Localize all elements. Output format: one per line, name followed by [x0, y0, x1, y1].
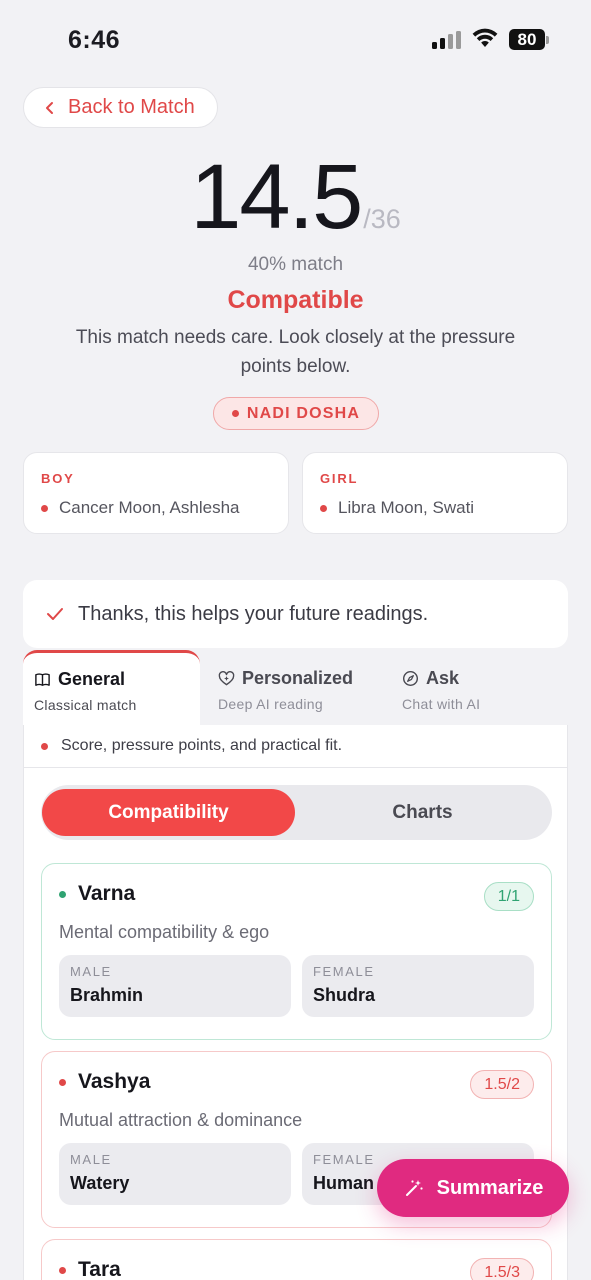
status-dot-icon: [59, 890, 66, 898]
summarize-label: Summarize: [436, 1176, 544, 1199]
koota-score-badge: 1/1: [483, 882, 534, 911]
girl-card: GIRL Libra Moon, Swati: [302, 452, 568, 534]
koota-name: Tara: [78, 1258, 121, 1280]
girl-role-label: GIRL: [320, 471, 359, 486]
dosha-badge: NADI DOSHA: [213, 397, 379, 430]
magic-wand-icon: [405, 1180, 423, 1196]
dosha-badge-label: NADI DOSHA: [246, 404, 361, 422]
tab-personalized[interactable]: Personalized Deep AI reading: [218, 650, 353, 726]
verdict-description: This match needs care. Look closely at t…: [75, 327, 516, 377]
feedback-thanks-banner: Thanks, this helps your future readings.: [23, 580, 568, 648]
book-icon: [35, 673, 50, 686]
koota-card-varna[interactable]: Varna 1/1 Mental compatibility & ego MAL…: [41, 863, 552, 1040]
koota-description: Mental compatibility & ego: [59, 922, 270, 942]
heart-sparkle-icon: [218, 671, 235, 686]
boy-detail-text: Cancer Moon, Ashlesha: [59, 498, 240, 517]
koota-name: Varna: [78, 882, 136, 905]
compass-icon: [402, 670, 419, 687]
male-label: MALE: [70, 964, 112, 979]
cellular-signal-icon: [432, 31, 462, 49]
back-to-match-button[interactable]: Back to Match: [23, 87, 218, 128]
boy-dot-icon: [41, 504, 48, 512]
battery-nub: [546, 36, 549, 44]
tab-personalized-subtitle: Deep AI reading: [218, 696, 323, 712]
koota-card-tara[interactable]: Tara 1.5/3: [41, 1239, 552, 1280]
status-bar: 6:46 80: [0, 0, 591, 78]
tab-ask-title: Ask: [426, 668, 460, 688]
boy-detail: Cancer Moon, Ashlesha: [41, 498, 288, 518]
wifi-icon: [472, 28, 498, 47]
score-display: 14.5/36: [0, 145, 591, 250]
tab-ask[interactable]: Ask Chat with AI: [402, 650, 480, 726]
status-dot-icon: [59, 1078, 66, 1086]
tab-general[interactable]: General Classical match: [23, 650, 200, 726]
segment-charts[interactable]: Charts: [296, 789, 549, 836]
dosha-dot-icon: [231, 410, 239, 417]
battery-icon: 80: [509, 29, 545, 50]
koota-name: Vashya: [78, 1070, 151, 1093]
segment-compatibility[interactable]: Compatibility: [42, 789, 295, 836]
female-value-cell: FEMALE Shudra: [302, 955, 534, 1017]
koota-score-badge: 1.5/2: [470, 1070, 534, 1099]
girl-detail-text: Libra Moon, Swati: [338, 498, 475, 517]
chevron-left-icon: [46, 101, 53, 114]
back-button-label: Back to Match: [68, 96, 195, 118]
tab-general-subtitle: Classical match: [34, 697, 137, 713]
male-label: MALE: [70, 1152, 112, 1167]
panel-note: Score, pressure points, and practical fi…: [24, 725, 567, 768]
tab-ask-subtitle: Chat with AI: [402, 696, 481, 712]
girl-detail: Libra Moon, Swati: [320, 498, 567, 518]
tab-general-title: General: [58, 669, 126, 689]
summarize-button[interactable]: Summarize: [377, 1159, 569, 1217]
verdict-label: Compatible: [227, 286, 364, 314]
match-percent: 40% match: [247, 254, 344, 275]
koota-score-badge: 1.5/3: [470, 1258, 534, 1280]
score-value: 14.5: [190, 146, 363, 248]
score-total: /36: [363, 204, 401, 234]
male-value-cell: MALE Watery: [59, 1143, 291, 1205]
female-value: Shudra: [313, 985, 376, 1005]
male-value-cell: MALE Brahmin: [59, 955, 291, 1017]
girl-dot-icon: [320, 504, 327, 512]
panel-note-dot-icon: [41, 742, 48, 750]
koota-description: Mutual attraction & dominance: [59, 1110, 303, 1130]
female-label: FEMALE: [313, 964, 375, 979]
thanks-text: Thanks, this helps your future readings.: [78, 602, 429, 625]
boy-card: BOY Cancer Moon, Ashlesha: [23, 452, 289, 534]
reading-tabs: General Classical match Personalized Dee…: [23, 650, 568, 726]
boy-role-label: BOY: [41, 471, 75, 486]
male-value: Watery: [70, 1173, 130, 1193]
status-time: 6:46: [68, 26, 121, 54]
male-value: Brahmin: [70, 985, 144, 1005]
view-segmented-control: Compatibility Charts: [41, 785, 552, 840]
tab-personalized-title: Personalized: [242, 668, 354, 688]
status-dot-icon: [59, 1266, 66, 1274]
checkmark-icon: [47, 608, 63, 620]
panel-note-text: Score, pressure points, and practical fi…: [61, 737, 343, 754]
